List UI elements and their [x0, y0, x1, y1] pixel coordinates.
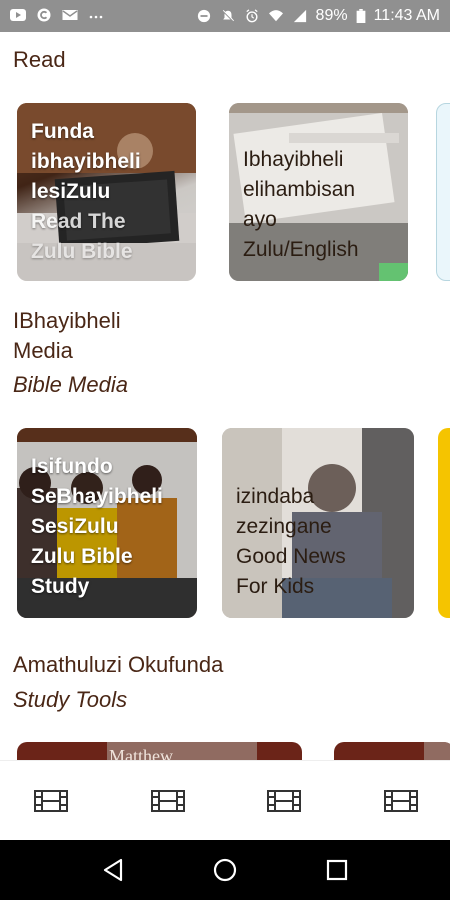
card-label: Funda ibhayibheli lesiZulu Read The Zulu…: [31, 120, 141, 263]
home-icon[interactable]: [211, 856, 239, 884]
section-subtitle-media: Bible Media: [13, 372, 128, 397]
c-app-icon: [37, 8, 51, 22]
card-label: Isifundo SeBhayibheli SesiZulu Zulu Bibl…: [31, 455, 163, 598]
alarm-icon: [245, 9, 258, 23]
mail-icon: [62, 10, 78, 20]
youtube-icon: [10, 9, 26, 21]
film-icon[interactable]: [267, 789, 301, 813]
card-media-next-peek[interactable]: [438, 428, 450, 618]
film-icon[interactable]: [34, 789, 68, 813]
status-time: 11:43 AM: [373, 7, 440, 24]
section-title-media: IBhayibheli Media: [13, 308, 121, 363]
do-not-disturb-icon: [197, 9, 210, 23]
card-read-next-peek[interactable]: [436, 103, 450, 281]
card-good-news-for-kids[interactable]: izindaba zezingane Good News For Kids: [222, 428, 414, 618]
mute-icon: [221, 10, 234, 22]
section-subtitle-tools: Study Tools: [13, 687, 128, 712]
card-zulu-english-bible[interactable]: Ibhayibheli elihambisan ayo Zulu/English: [229, 103, 408, 281]
bottom-navigation: [0, 760, 450, 840]
film-icon[interactable]: [384, 789, 418, 813]
signal-icon: [293, 9, 306, 23]
system-navigation-bar: [0, 840, 450, 900]
back-icon[interactable]: [99, 856, 127, 884]
card-read-zulu-bible[interactable]: Funda ibhayibheli lesiZulu Read The Zulu…: [17, 103, 196, 281]
more-dots-icon: [89, 15, 103, 19]
recents-icon[interactable]: [323, 856, 351, 884]
battery-icon: [356, 9, 365, 23]
card-zulu-bible-study[interactable]: Isifundo SeBhayibheli SesiZulu Zulu Bibl…: [17, 428, 197, 618]
card-label: izindaba zezingane Good News For Kids: [236, 485, 346, 598]
section-title-read: Read: [13, 47, 66, 72]
film-icon[interactable]: [151, 789, 185, 813]
card-label: Ibhayibheli elihambisan ayo Zulu/English: [243, 148, 359, 261]
status-bar: 89% 11:43 AM: [0, 0, 450, 32]
wifi-icon: [268, 10, 283, 22]
section-title-tools: Amathuluzi Okufunda: [13, 652, 224, 677]
battery-percent: 89%: [315, 7, 348, 24]
